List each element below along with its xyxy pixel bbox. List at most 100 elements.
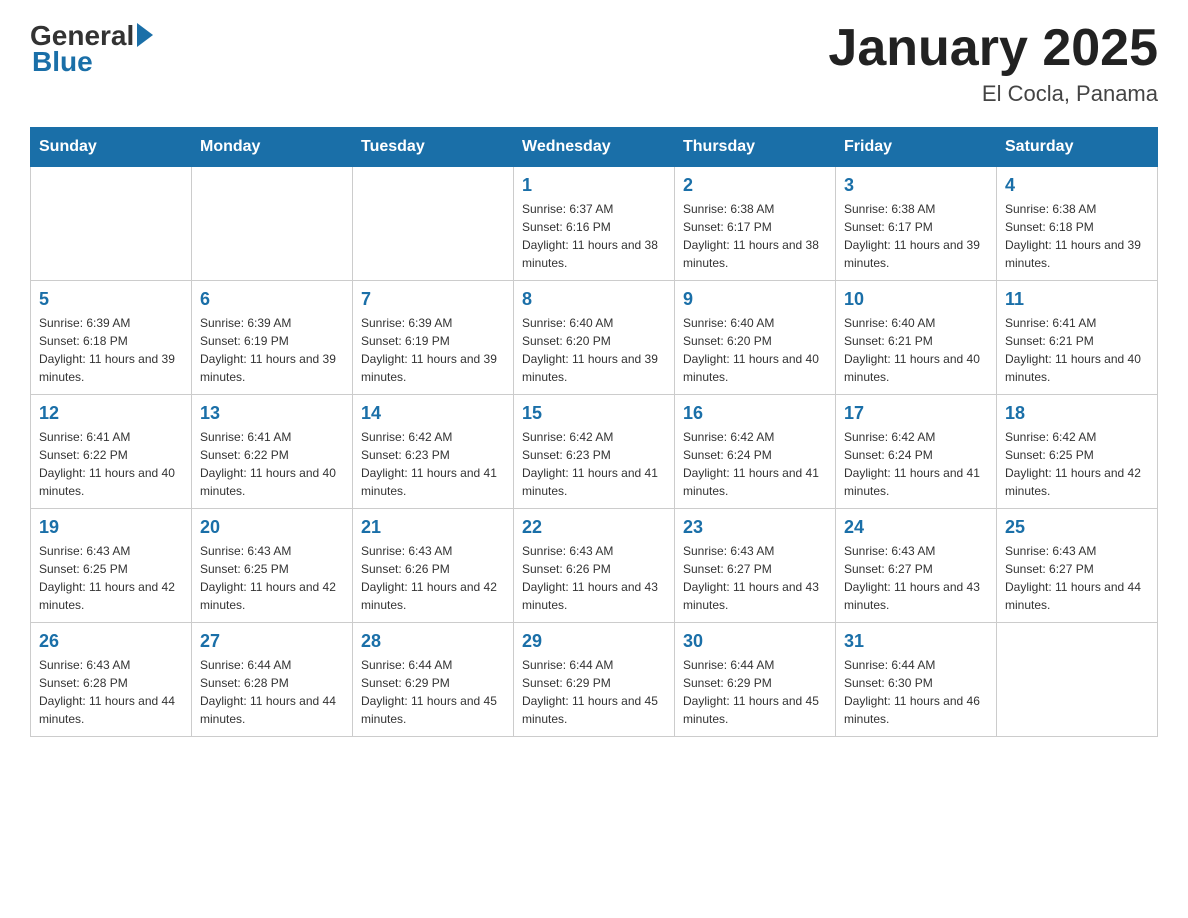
day-number: 12 bbox=[39, 403, 183, 424]
calendar-cell: 13 Sunrise: 6:41 AMSunset: 6:22 PMDayligh… bbox=[192, 395, 353, 509]
day-number: 28 bbox=[361, 631, 505, 652]
calendar-cell: 14 Sunrise: 6:42 AMSunset: 6:23 PMDayligh… bbox=[353, 395, 514, 509]
calendar-cell: 30 Sunrise: 6:44 AMSunset: 6:29 PMDayligh… bbox=[675, 623, 836, 737]
day-info: Sunrise: 6:38 AMSunset: 6:18 PMDaylight:… bbox=[1005, 200, 1149, 272]
day-info: Sunrise: 6:41 AMSunset: 6:22 PMDaylight:… bbox=[39, 428, 183, 500]
calendar-cell: 26Sunrise: 6:43 AMSunset: 6:28 PMDayligh… bbox=[31, 623, 192, 737]
day-number: 17 bbox=[844, 403, 988, 424]
day-number: 10 bbox=[844, 289, 988, 310]
day-info: Sunrise: 6:42 AMSunset: 6:23 PMDaylight:… bbox=[522, 428, 666, 500]
header-row: Sunday Monday Tuesday Wednesday Thursday… bbox=[31, 128, 1158, 167]
day-info: Sunrise: 6:43 AMSunset: 6:26 PMDaylight:… bbox=[522, 542, 666, 614]
calendar-cell: 11 Sunrise: 6:41 AMSunset: 6:21 PMDayligh… bbox=[997, 281, 1158, 395]
calendar-cell: 12 Sunrise: 6:41 AMSunset: 6:22 PMDayligh… bbox=[31, 395, 192, 509]
day-info: Sunrise: 6:41 AMSunset: 6:21 PMDaylight:… bbox=[1005, 314, 1149, 386]
day-info: Sunrise: 6:44 AMSunset: 6:29 PMDaylight:… bbox=[683, 656, 827, 728]
calendar-subtitle: El Cocla, Panama bbox=[828, 81, 1158, 107]
calendar-cell: 6Sunrise: 6:39 AMSunset: 6:19 PMDaylight… bbox=[192, 281, 353, 395]
day-number: 16 bbox=[683, 403, 827, 424]
col-saturday: Saturday bbox=[997, 128, 1158, 167]
day-info: Sunrise: 6:40 AMSunset: 6:20 PMDaylight:… bbox=[522, 314, 666, 386]
calendar-cell: 28Sunrise: 6:44 AMSunset: 6:29 PMDayligh… bbox=[353, 623, 514, 737]
col-tuesday: Tuesday bbox=[353, 128, 514, 167]
day-info: Sunrise: 6:39 AMSunset: 6:19 PMDaylight:… bbox=[361, 314, 505, 386]
calendar-title: January 2025 bbox=[828, 20, 1158, 77]
day-number: 23 bbox=[683, 517, 827, 538]
page-header: General Blue January 2025 El Cocla, Pana… bbox=[30, 20, 1158, 107]
day-number: 11 bbox=[1005, 289, 1149, 310]
day-info: Sunrise: 6:43 AMSunset: 6:27 PMDaylight:… bbox=[844, 542, 988, 614]
day-info: Sunrise: 6:38 AMSunset: 6:17 PMDaylight:… bbox=[844, 200, 988, 272]
calendar-cell bbox=[31, 167, 192, 281]
day-number: 29 bbox=[522, 631, 666, 652]
day-number: 1 bbox=[522, 175, 666, 196]
calendar-cell: 17 Sunrise: 6:42 AMSunset: 6:24 PMDayligh… bbox=[836, 395, 997, 509]
calendar-week-row: 19Sunrise: 6:43 AMSunset: 6:25 PMDayligh… bbox=[31, 509, 1158, 623]
calendar-cell: 21 Sunrise: 6:43 AMSunset: 6:26 PMDayligh… bbox=[353, 509, 514, 623]
calendar-week-row: 1 Sunrise: 6:37 AMSunset: 6:16 PMDaylight… bbox=[31, 167, 1158, 281]
calendar-cell: 1 Sunrise: 6:37 AMSunset: 6:16 PMDaylight… bbox=[514, 167, 675, 281]
day-number: 25 bbox=[1005, 517, 1149, 538]
calendar-cell: 2 Sunrise: 6:38 AMSunset: 6:17 PMDaylight… bbox=[675, 167, 836, 281]
day-number: 21 bbox=[361, 517, 505, 538]
day-info: Sunrise: 6:43 AMSunset: 6:25 PMDaylight:… bbox=[200, 542, 344, 614]
day-number: 2 bbox=[683, 175, 827, 196]
col-wednesday: Wednesday bbox=[514, 128, 675, 167]
day-info: Sunrise: 6:38 AMSunset: 6:17 PMDaylight:… bbox=[683, 200, 827, 272]
day-number: 18 bbox=[1005, 403, 1149, 424]
day-number: 26 bbox=[39, 631, 183, 652]
day-info: Sunrise: 6:42 AMSunset: 6:24 PMDaylight:… bbox=[683, 428, 827, 500]
calendar-cell: 10 Sunrise: 6:40 AMSunset: 6:21 PMDayligh… bbox=[836, 281, 997, 395]
col-sunday: Sunday bbox=[31, 128, 192, 167]
day-info: Sunrise: 6:43 AMSunset: 6:27 PMDaylight:… bbox=[683, 542, 827, 614]
day-info: Sunrise: 6:43 AMSunset: 6:27 PMDaylight:… bbox=[1005, 542, 1149, 614]
calendar-cell: 15Sunrise: 6:42 AMSunset: 6:23 PMDayligh… bbox=[514, 395, 675, 509]
day-info: Sunrise: 6:41 AMSunset: 6:22 PMDaylight:… bbox=[200, 428, 344, 500]
day-number: 9 bbox=[683, 289, 827, 310]
day-info: Sunrise: 6:42 AMSunset: 6:23 PMDaylight:… bbox=[361, 428, 505, 500]
title-block: January 2025 El Cocla, Panama bbox=[828, 20, 1158, 107]
col-friday: Friday bbox=[836, 128, 997, 167]
day-info: Sunrise: 6:42 AMSunset: 6:25 PMDaylight:… bbox=[1005, 428, 1149, 500]
calendar-cell: 24 Sunrise: 6:43 AMSunset: 6:27 PMDayligh… bbox=[836, 509, 997, 623]
calendar-cell: 7 Sunrise: 6:39 AMSunset: 6:19 PMDaylight… bbox=[353, 281, 514, 395]
day-info: Sunrise: 6:43 AMSunset: 6:26 PMDaylight:… bbox=[361, 542, 505, 614]
calendar-week-row: 5 Sunrise: 6:39 AMSunset: 6:18 PMDaylight… bbox=[31, 281, 1158, 395]
calendar-cell: 20 Sunrise: 6:43 AMSunset: 6:25 PMDayligh… bbox=[192, 509, 353, 623]
logo: General Blue bbox=[30, 20, 153, 78]
calendar-cell bbox=[997, 623, 1158, 737]
calendar-cell: 19Sunrise: 6:43 AMSunset: 6:25 PMDayligh… bbox=[31, 509, 192, 623]
day-info: Sunrise: 6:40 AMSunset: 6:21 PMDaylight:… bbox=[844, 314, 988, 386]
calendar-cell: 3Sunrise: 6:38 AMSunset: 6:17 PMDaylight… bbox=[836, 167, 997, 281]
day-number: 4 bbox=[1005, 175, 1149, 196]
day-number: 13 bbox=[200, 403, 344, 424]
calendar-cell bbox=[192, 167, 353, 281]
day-number: 30 bbox=[683, 631, 827, 652]
day-info: Sunrise: 6:44 AMSunset: 6:28 PMDaylight:… bbox=[200, 656, 344, 728]
day-number: 5 bbox=[39, 289, 183, 310]
day-number: 8 bbox=[522, 289, 666, 310]
day-number: 27 bbox=[200, 631, 344, 652]
day-info: Sunrise: 6:39 AMSunset: 6:18 PMDaylight:… bbox=[39, 314, 183, 386]
day-number: 24 bbox=[844, 517, 988, 538]
calendar-week-row: 26Sunrise: 6:43 AMSunset: 6:28 PMDayligh… bbox=[31, 623, 1158, 737]
calendar-header: Sunday Monday Tuesday Wednesday Thursday… bbox=[31, 128, 1158, 167]
calendar-cell: 23 Sunrise: 6:43 AMSunset: 6:27 PMDayligh… bbox=[675, 509, 836, 623]
calendar-body: 1 Sunrise: 6:37 AMSunset: 6:16 PMDaylight… bbox=[31, 167, 1158, 737]
calendar-cell: 27 Sunrise: 6:44 AMSunset: 6:28 PMDayligh… bbox=[192, 623, 353, 737]
day-info: Sunrise: 6:43 AMSunset: 6:25 PMDaylight:… bbox=[39, 542, 183, 614]
day-number: 31 bbox=[844, 631, 988, 652]
logo-blue: Blue bbox=[32, 46, 93, 78]
calendar-cell: 4 Sunrise: 6:38 AMSunset: 6:18 PMDaylight… bbox=[997, 167, 1158, 281]
calendar-cell: 16 Sunrise: 6:42 AMSunset: 6:24 PMDayligh… bbox=[675, 395, 836, 509]
calendar-cell bbox=[353, 167, 514, 281]
day-number: 7 bbox=[361, 289, 505, 310]
day-number: 14 bbox=[361, 403, 505, 424]
day-info: Sunrise: 6:39 AMSunset: 6:19 PMDaylight:… bbox=[200, 314, 344, 386]
calendar-cell: 22 Sunrise: 6:43 AMSunset: 6:26 PMDayligh… bbox=[514, 509, 675, 623]
day-number: 22 bbox=[522, 517, 666, 538]
day-number: 20 bbox=[200, 517, 344, 538]
day-info: Sunrise: 6:37 AMSunset: 6:16 PMDaylight:… bbox=[522, 200, 666, 272]
day-info: Sunrise: 6:42 AMSunset: 6:24 PMDaylight:… bbox=[844, 428, 988, 500]
day-info: Sunrise: 6:44 AMSunset: 6:30 PMDaylight:… bbox=[844, 656, 988, 728]
